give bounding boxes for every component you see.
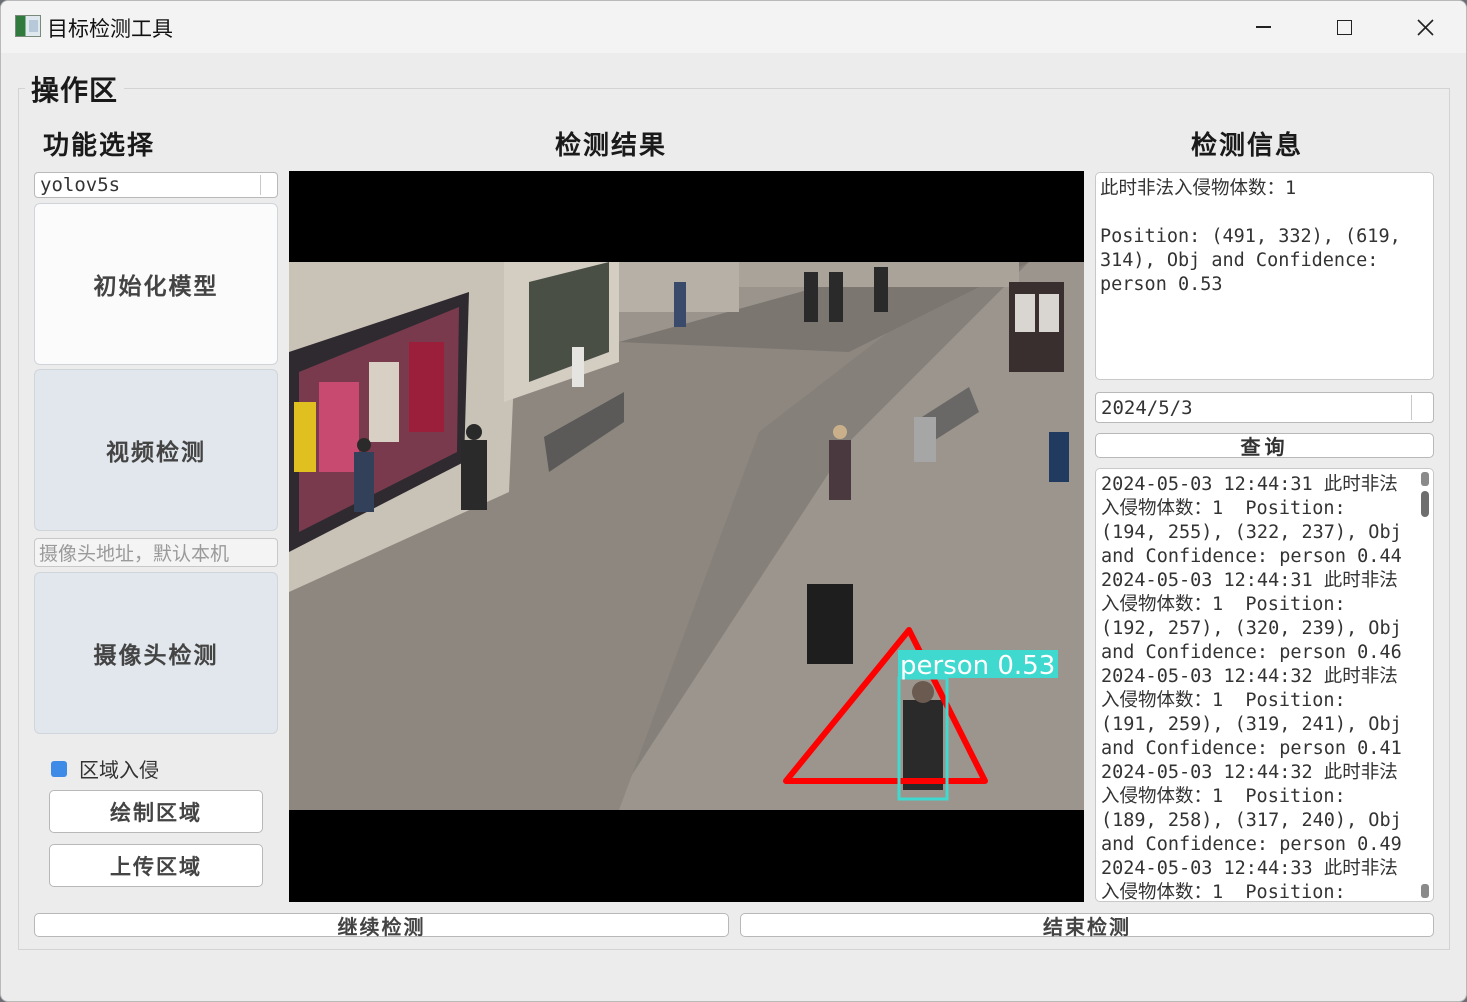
log-text: 2024-05-03 12:44:31 此时非法 入侵物体数：1 Position… [1101,473,1407,902]
detection-overlay: person 0.53 [783,627,1058,801]
log-line: 入侵物体数：1 Position: [1101,690,1346,711]
app-window: 目标检测工具 操作区 功能选择 检测结果 检测信息 yolov5s 初始化模型 … [0,0,1467,1002]
log-line: (189, 258), (317, 240), Obj [1101,810,1402,831]
log-line: and Confidence: person 0.44 [1101,546,1402,567]
upload-region-button[interactable]: 上传区域 [49,844,263,887]
log-line: 入侵物体数：1 Position: [1101,594,1346,615]
chevron-down-icon[interactable] [260,175,277,195]
stop-detect-button[interactable]: 结束检测 [740,913,1434,939]
detection-label: person 0.53 [900,651,1055,681]
log-scrollbar[interactable] [1418,469,1432,901]
date-select-value: 2024/5/3 [1101,396,1193,419]
close-icon [1416,18,1434,36]
log-line: 2024-05-03 12:44:31 此时非法 [1101,474,1398,495]
log-line: 入侵物体数：1 Position: [1101,786,1346,807]
region-intrusion-checkbox[interactable]: 区域入侵 [51,754,159,783]
log-line: and Confidence: person 0.49 [1101,834,1402,855]
video-detect-button[interactable]: 视频检测 [34,369,278,531]
model-select[interactable]: yolov5s [34,172,278,198]
video-frame: person 0.53 [289,262,1084,810]
scroll-thumb[interactable] [1421,491,1429,517]
minimize-button[interactable] [1223,1,1303,53]
maximize-icon [1336,19,1352,35]
log-line: 2024-05-03 12:44:31 此时非法 [1101,570,1398,591]
info-heading: 检测信息 [1191,131,1304,161]
model-select-value: yolov5s [40,174,121,196]
log-line: (192, 257), (320, 239), Obj [1101,618,1402,639]
function-heading: 功能选择 [43,131,156,161]
date-select[interactable]: 2024/5/3 [1095,392,1434,423]
maximize-button[interactable] [1304,1,1384,53]
result-heading: 检测结果 [555,131,668,161]
checkbox-label: 区域入侵 [79,758,159,782]
detection-view: person 0.53 [289,171,1084,902]
continue-detect-button[interactable]: 继续检测 [34,913,729,939]
checkbox-box[interactable] [51,760,67,777]
init-model-button[interactable]: 初始化模型 [34,203,278,365]
close-button[interactable] [1385,1,1465,53]
query-button[interactable]: 查询 [1095,433,1434,459]
log-line: 2024-05-03 12:44:33 此时非法 [1101,858,1398,879]
minimize-icon [1255,26,1271,28]
app-icon [15,15,41,37]
log-line: 入侵物体数：1 Position: [1101,882,1346,902]
log-line: (191, 259), (319, 241), Obj [1101,714,1402,735]
group-title: 操作区 [25,69,125,109]
log-line: and Confidence: person 0.46 [1101,642,1402,663]
scroll-up-arrow[interactable] [1421,472,1429,486]
calendar-dropdown-icon[interactable] [1411,395,1433,420]
title-bar: 目标检测工具 [1,1,1466,53]
log-line: 2024-05-03 12:44:32 此时非法 [1101,762,1398,783]
log-line: 入侵物体数：1 Position: [1101,498,1346,519]
log-line: (194, 255), (322, 237), Obj [1101,522,1402,543]
current-detection-info: 此时非法入侵物体数：1 Position: (491, 332), (619, … [1095,172,1434,380]
scroll-down-arrow[interactable] [1421,884,1429,898]
camera-detect-button[interactable]: 摄像头检测 [34,572,278,734]
window-title: 目标检测工具 [47,17,173,41]
log-line: 2024-05-03 12:44:32 此时非法 [1101,666,1398,687]
detection-log[interactable]: 2024-05-03 12:44:31 此时非法 入侵物体数：1 Position… [1095,468,1434,902]
draw-region-button[interactable]: 绘制区域 [49,790,263,833]
log-line: and Confidence: person 0.41 [1101,738,1402,759]
camera-address-input[interactable]: 摄像头地址，默认本机 [34,538,278,567]
